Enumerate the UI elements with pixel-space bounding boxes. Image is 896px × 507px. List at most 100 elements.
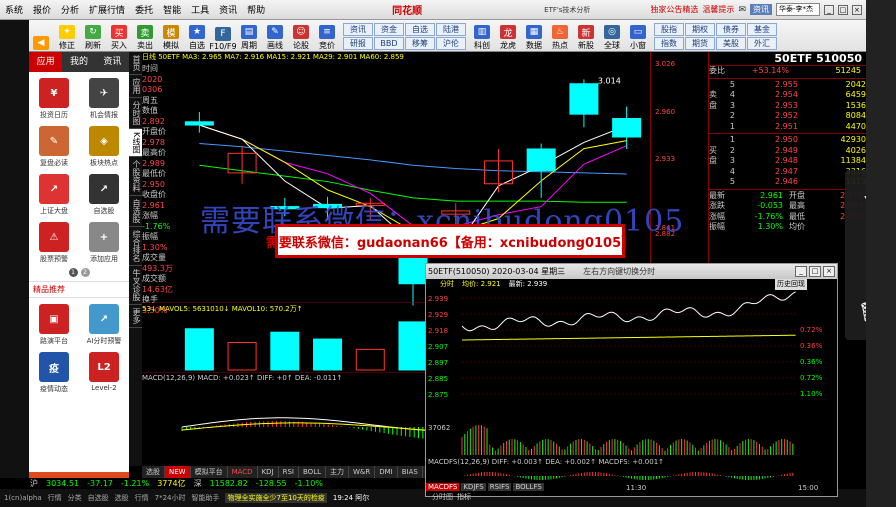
global-button[interactable]: ◎ 全球 xyxy=(599,21,625,51)
page-dot-2[interactable]: 2 xyxy=(80,268,90,277)
account-select[interactable]: 华泰-李*杰 xyxy=(775,3,820,16)
popup-minimize-icon[interactable]: _ xyxy=(795,266,807,277)
menu-tools[interactable]: 工具 xyxy=(186,3,214,16)
tb-us[interactable]: 美股 xyxy=(716,37,746,50)
app-sector[interactable]: ◈ 板块热点 xyxy=(79,126,129,168)
tab-pick[interactable]: 选股 xyxy=(142,466,165,478)
buy-level[interactable]: 52.9461313 xyxy=(709,177,866,188)
dragon-tiger-button[interactable]: 龙龙虎 xyxy=(495,21,521,51)
tb-news[interactable]: 资讯 xyxy=(343,23,373,36)
app-add[interactable]: + 添加应用 xyxy=(79,222,129,264)
tab-wr[interactable]: W&R xyxy=(349,466,376,478)
tab-main[interactable]: 主力 xyxy=(326,466,349,478)
buy-level[interactable]: 盘 3 2.948 11384 xyxy=(709,156,866,167)
watchlist-button[interactable]: ★ 自选 xyxy=(184,21,210,51)
popup-tab-indicator[interactable]: 指标 xyxy=(457,492,471,502)
tb-futures[interactable]: 期货 xyxy=(685,37,715,50)
tb-report[interactable]: 研报 xyxy=(343,37,373,50)
history-replay-button[interactable]: 历史回现 xyxy=(775,279,807,290)
tab-macd[interactable]: MACD xyxy=(228,466,258,478)
f10-button[interactable]: F F10/F9 xyxy=(209,21,237,51)
tab-sim[interactable]: 模拟平台 xyxy=(191,466,228,478)
tb-chip[interactable]: 移筹 xyxy=(405,37,435,50)
tb-fund2[interactable]: 基金 xyxy=(747,23,777,36)
app-roadshow[interactable]: ▣ 路演平台 xyxy=(29,304,79,346)
app-market[interactable]: ↗ 上证大盘 xyxy=(29,174,79,216)
period-button[interactable]: ▤ 周期 xyxy=(236,21,262,51)
tb-bond[interactable]: 债券 xyxy=(716,23,746,36)
vtab-kline[interactable]: K线图 xyxy=(129,129,142,158)
tb-bbd[interactable]: BBD xyxy=(374,37,404,50)
vtab-profile[interactable]: 个股资料 xyxy=(129,157,142,197)
vtab-ranking[interactable]: 综合排名 xyxy=(129,227,142,267)
mail-icon[interactable]: ✉ xyxy=(738,5,746,15)
popup-close-icon[interactable]: × xyxy=(823,266,835,277)
menu-help[interactable]: 帮助 xyxy=(242,3,270,16)
announce-link[interactable]: 独家公告精选 xyxy=(650,4,698,15)
sell-level[interactable]: 卖 4 2.954 6459 xyxy=(709,90,866,101)
popup-maximize-icon[interactable]: □ xyxy=(809,266,821,277)
vtab-more[interactable]: 更多 xyxy=(129,305,142,329)
menu-trade[interactable]: 委托 xyxy=(130,3,158,16)
sell-level[interactable]: 2 2.952 8084 xyxy=(709,111,866,122)
back-button[interactable]: ◀ xyxy=(28,21,54,51)
popup-tab-macdfs[interactable]: MACDFS xyxy=(426,483,460,491)
app-level2[interactable]: L2 Level-2 xyxy=(79,352,129,394)
intraday-popup[interactable]: 50ETF(510050) 2020-03-04 星期三 左右方向键切换分时 _… xyxy=(425,263,838,497)
app-calendar[interactable]: ¥ 投资日历 xyxy=(29,78,79,120)
news-ticker[interactable]: 物理全实施全少7至10天的检疫 xyxy=(225,493,327,503)
simulate-button[interactable]: 模模拟 xyxy=(158,21,184,51)
tab-kdj[interactable]: KDJ xyxy=(258,466,279,478)
ipo-button[interactable]: 新新股 xyxy=(573,21,599,51)
app-epidemic[interactable]: 疫疫情动态 xyxy=(29,352,79,394)
sell-level[interactable]: 盘 3 2.953 1536 xyxy=(709,101,866,112)
app-watch[interactable]: ↗ 自选股 xyxy=(79,174,129,216)
tb-stock-index[interactable]: 股指 xyxy=(654,23,684,36)
tb-option[interactable]: 期权 xyxy=(685,23,715,36)
vtab-app[interactable]: 应用 xyxy=(129,75,142,98)
app-intel[interactable]: ✈ 机会情报 xyxy=(79,78,129,120)
sell-level[interactable]: 1 2.951 4470 xyxy=(709,122,866,133)
vtab-watchlist[interactable]: 自选股 xyxy=(129,196,142,228)
vtab-diagnose[interactable]: 牛叉诊股 xyxy=(129,266,142,306)
tab-rsi[interactable]: RSI xyxy=(279,466,299,478)
popup-tab-rsifs[interactable]: RSIFS xyxy=(487,483,512,491)
tb-fund[interactable]: 资金 xyxy=(374,23,404,36)
star-market-button[interactable]: ▥ 科创 xyxy=(469,21,495,51)
hot-button[interactable]: ♨ 热点 xyxy=(547,21,573,51)
app-review[interactable]: ✎ 复盘必读 xyxy=(29,126,79,168)
sell-button[interactable]: 卖卖出 xyxy=(132,21,158,51)
menu-analysis[interactable]: 分析 xyxy=(56,3,84,16)
buy-level[interactable]: 42.9473316 xyxy=(709,167,866,178)
tab-dmi[interactable]: DMI xyxy=(375,466,398,478)
menu-smart[interactable]: 智能 xyxy=(158,3,186,16)
buy-level[interactable]: 买 2 2.949 4026 xyxy=(709,146,866,157)
app-ai-alert[interactable]: ↗ AI分时预警 xyxy=(79,304,129,346)
buy-button[interactable]: 买买入 xyxy=(106,21,132,51)
sell-level[interactable]: 5 2.955 2042 xyxy=(709,80,866,91)
vtab-home[interactable]: 首页 xyxy=(129,52,142,75)
tab-boll[interactable]: BOLL xyxy=(299,466,326,478)
menu-system[interactable]: 系统 xyxy=(0,3,28,16)
fix-button[interactable]: ✦ 修正 xyxy=(54,21,80,51)
tb-fx[interactable]: 外汇 xyxy=(747,37,777,50)
tb-watch[interactable]: 自选 xyxy=(405,23,435,36)
popup-tab-timeshare[interactable]: 分时图 xyxy=(432,492,453,502)
tab-apps[interactable]: 应用 xyxy=(29,52,63,72)
close-icon[interactable]: × xyxy=(851,4,862,15)
tb-index[interactable]: 指数 xyxy=(654,37,684,50)
menu-quote[interactable]: 报价 xyxy=(28,3,56,16)
refresh-button[interactable]: ↻ 刷新 xyxy=(80,21,106,51)
tb-london[interactable]: 沪伦 xyxy=(436,37,466,50)
tab-news[interactable]: 资讯 xyxy=(95,52,129,72)
tb-hk[interactable]: 陆港 xyxy=(436,23,466,36)
tab-mine[interactable]: 我的 xyxy=(62,52,96,72)
draw-button[interactable]: ✎ 画线 xyxy=(262,21,288,51)
tab-bias[interactable]: BIAS xyxy=(398,466,423,478)
maximize-icon[interactable]: □ xyxy=(837,4,848,15)
menu-ext-market[interactable]: 扩展行情 xyxy=(84,3,130,16)
popup-tab-kdjfs[interactable]: KDJFS xyxy=(461,483,486,491)
minimize-icon[interactable]: _ xyxy=(823,4,834,15)
forum-button[interactable]: ☺ 论股 xyxy=(288,21,314,51)
auction-button[interactable]: ≡ 竞价 xyxy=(314,21,340,51)
